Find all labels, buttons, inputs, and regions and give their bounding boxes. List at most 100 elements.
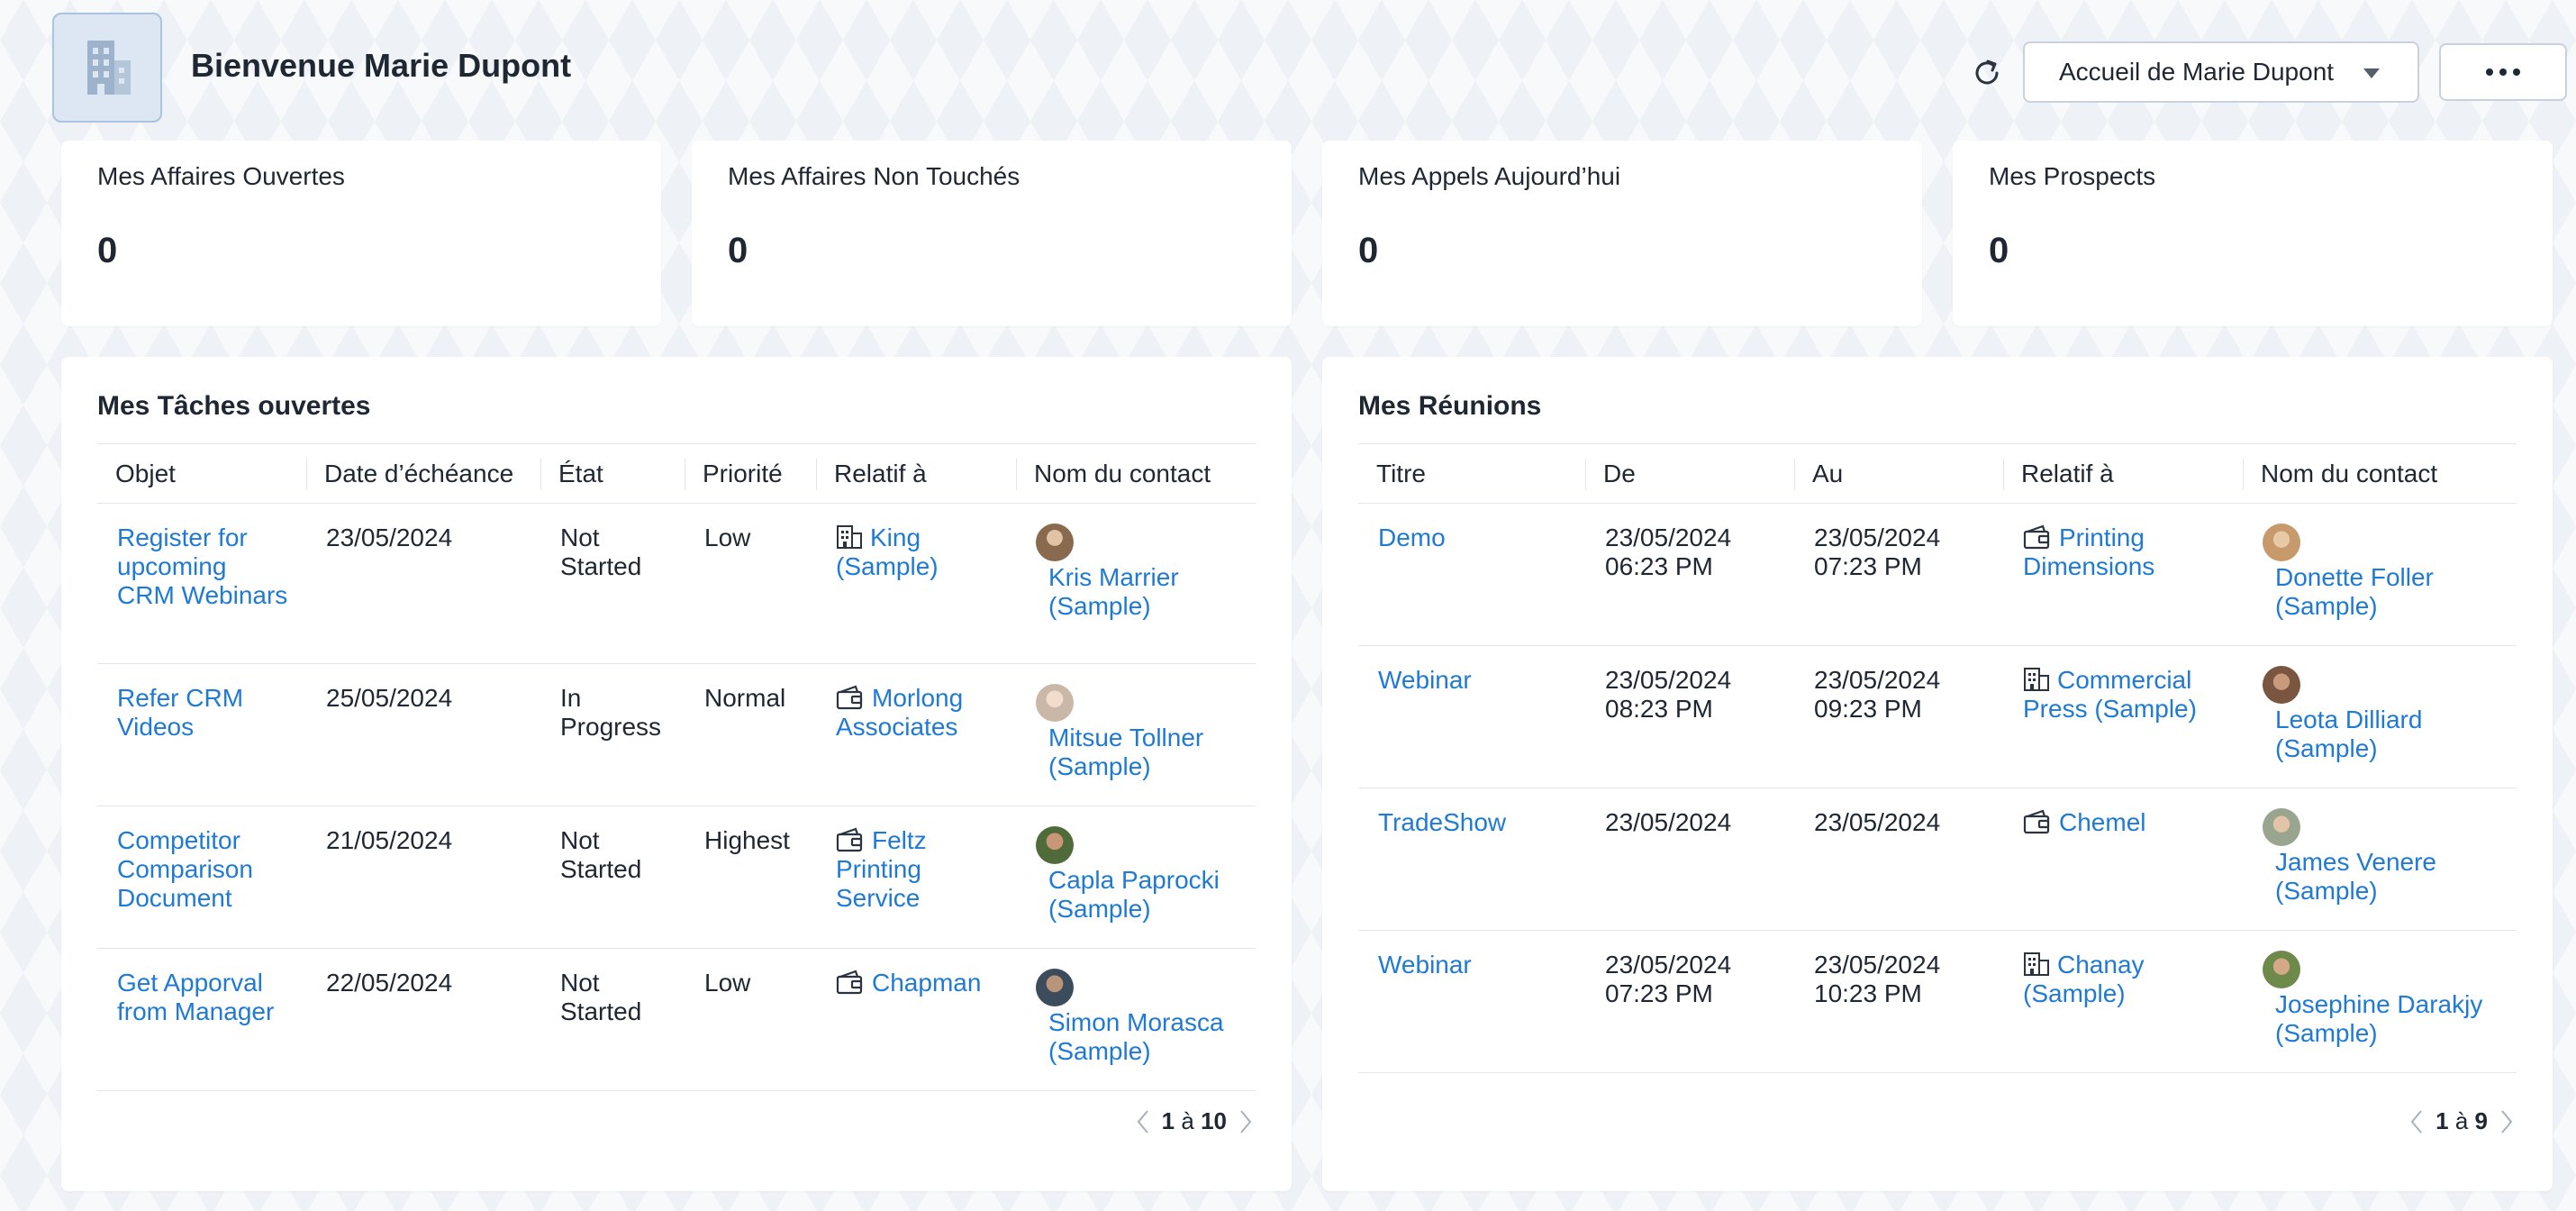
kpi-open-deals[interactable]: Mes Affaires Ouvertes 0	[61, 141, 661, 326]
table-row: TradeShow 23/05/2024 23/05/2024 Chemel J…	[1358, 788, 2517, 931]
header: Bienvenue Marie Dupont Accueil de Marie …	[0, 0, 2576, 135]
kpi-title: Mes Affaires Ouvertes	[97, 162, 345, 190]
refresh-icon	[1975, 59, 1999, 85]
kpi-value: 0	[97, 231, 118, 270]
chevron-left-icon	[1137, 1109, 1148, 1134]
kpi-value: 0	[1989, 231, 2009, 270]
column-header[interactable]: Nom du contact	[2243, 444, 2517, 504]
tasks-table: Objet Date d’échéance État Priorité Rela…	[97, 443, 1256, 1091]
column-header[interactable]: Relatif à	[816, 444, 1016, 504]
column-header[interactable]: Date d’échéance	[306, 444, 540, 504]
task-priority: Low	[704, 969, 751, 997]
task-priority: Low	[704, 524, 751, 551]
table-row: Refer CRM Videos 25/05/2024 In Progress …	[97, 664, 1256, 806]
kpi-untouched-deals[interactable]: Mes Affaires Non Touchés 0	[692, 141, 1292, 326]
tasks-panel: Mes Tâches ouvertes Objet Date d’échéanc…	[61, 357, 1292, 1191]
meeting-to: 23/05/2024 09:23 PM	[1814, 666, 1941, 723]
pager-range: 1 à 10	[1161, 1107, 1227, 1134]
avatar	[2263, 524, 2300, 561]
avatar	[2263, 808, 2300, 846]
meeting-title-link[interactable]: Demo	[1378, 524, 1446, 551]
tasks-pager: 1 à 10	[1133, 1107, 1256, 1135]
related-to-link[interactable]: Feltz Printing Service	[836, 826, 927, 912]
chevron-left-icon	[2410, 1109, 2422, 1134]
table-row: Get Apporval from Manager 22/05/2024 Not…	[97, 949, 1256, 1091]
column-header[interactable]: Titre	[1358, 444, 1585, 504]
more-options-button[interactable]	[2439, 43, 2567, 101]
tasks-table-header: Objet Date d’échéance État Priorité Rela…	[97, 443, 1256, 504]
meeting-from: 23/05/2024 06:23 PM	[1605, 524, 1732, 580]
related-to-link[interactable]: Chanay (Sample)	[2023, 951, 2145, 1007]
building-icon	[2024, 952, 2049, 976]
meeting-to: 23/05/2024 07:23 PM	[1814, 524, 1941, 580]
kpi-calls-today[interactable]: Mes Appels Aujourd’hui 0	[1322, 141, 1922, 326]
task-due-date: 23/05/2024	[326, 524, 453, 551]
task-subject-link[interactable]: Competitor Comparison Document	[117, 826, 253, 912]
tasks-panel-title: Mes Tâches ouvertes	[97, 391, 371, 421]
pager-next-button[interactable]	[1236, 1108, 1256, 1135]
column-header[interactable]: Objet	[97, 444, 306, 504]
pager-prev-button[interactable]	[1133, 1108, 1153, 1135]
wallet-icon	[2023, 809, 2050, 834]
refresh-button[interactable]	[1967, 50, 2007, 94]
meetings-table-header: Titre De Au Relatif à Nom du contact	[1358, 443, 2517, 504]
meetings-panel-title: Mes Réunions	[1358, 391, 1542, 421]
task-subject-link[interactable]: Register for upcoming CRM Webinars	[117, 524, 287, 609]
column-header[interactable]: Au	[1794, 444, 2003, 504]
avatar	[1036, 969, 1074, 1006]
contact-name-link[interactable]: James Venere (Sample)	[2263, 848, 2499, 906]
column-header[interactable]: Nom du contact	[1016, 444, 1256, 504]
table-row: Demo 23/05/2024 06:23 PM 23/05/2024 07:2…	[1358, 504, 2517, 646]
home-view-select-value: Accueil de Marie Dupont	[2059, 58, 2335, 86]
more-dots-icon	[2486, 68, 2493, 76]
meeting-to: 23/05/2024 10:23 PM	[1814, 951, 1941, 1007]
related-to-link[interactable]: Chemel	[2023, 808, 2145, 836]
task-subject-link[interactable]: Get Apporval from Manager	[117, 969, 274, 1025]
avatar	[1036, 684, 1074, 722]
avatar	[1036, 524, 1074, 561]
column-header[interactable]: Priorité	[685, 444, 816, 504]
column-header[interactable]: État	[540, 444, 685, 504]
table-row: Competitor Comparison Document 21/05/202…	[97, 806, 1256, 949]
contact-name-link[interactable]: Leota Dilliard (Sample)	[2263, 706, 2499, 763]
kpi-value: 0	[728, 231, 748, 270]
avatar	[2263, 666, 2300, 704]
meeting-title-link[interactable]: Webinar	[1378, 951, 1472, 979]
column-header[interactable]: Relatif à	[2003, 444, 2243, 504]
contact-name-link[interactable]: Simon Morasca (Sample)	[1036, 1008, 1238, 1066]
related-to-link[interactable]: Commercial Press (Sample)	[2023, 666, 2197, 723]
wallet-icon	[836, 685, 863, 710]
meetings-pager: 1 à 9	[2407, 1107, 2517, 1135]
welcome-title: Bienvenue Marie Dupont	[191, 47, 572, 84]
meetings-table: Titre De Au Relatif à Nom du contact Dem…	[1358, 443, 2517, 1073]
related-to-link[interactable]: Chapman	[836, 969, 981, 997]
column-header[interactable]: De	[1585, 444, 1794, 504]
contact-name-link[interactable]: Josephine Darakjy (Sample)	[2263, 990, 2499, 1048]
meeting-from: 23/05/2024	[1605, 808, 1732, 836]
contact-name-link[interactable]: Donette Foller (Sample)	[2263, 563, 2499, 621]
task-due-date: 22/05/2024	[326, 969, 453, 997]
contact-name-link[interactable]: Mitsue Tollner (Sample)	[1036, 724, 1238, 781]
kpi-prospects[interactable]: Mes Prospects 0	[1953, 141, 2553, 326]
contact-name-link[interactable]: Kris Marrier (Sample)	[1036, 563, 1238, 621]
chevron-right-icon	[2501, 1109, 2513, 1134]
task-subject-link[interactable]: Refer CRM Videos	[117, 684, 243, 741]
related-to-link[interactable]: Printing Dimensions	[2023, 524, 2154, 580]
task-due-date: 21/05/2024	[326, 826, 453, 854]
meeting-title-link[interactable]: TradeShow	[1378, 808, 1506, 836]
avatar	[1036, 826, 1074, 864]
home-view-select[interactable]: Accueil de Marie Dupont	[2023, 41, 2419, 103]
pager-next-button[interactable]	[2497, 1108, 2517, 1135]
meeting-title-link[interactable]: Webinar	[1378, 666, 1472, 694]
avatar	[2263, 951, 2300, 988]
related-to-link[interactable]: King (Sample)	[836, 524, 939, 580]
kpi-title: Mes Prospects	[1989, 162, 2156, 190]
pager-prev-button[interactable]	[2407, 1108, 2426, 1135]
kpi-title: Mes Appels Aujourd’hui	[1358, 162, 1621, 190]
chevron-down-icon	[2363, 68, 2380, 78]
pager-range: 1 à 9	[2435, 1107, 2488, 1134]
contact-name-link[interactable]: Capla Paprocki (Sample)	[1036, 866, 1238, 924]
table-row: Webinar 23/05/2024 08:23 PM 23/05/2024 0…	[1358, 646, 2517, 788]
wallet-icon	[2023, 524, 2050, 550]
related-to-link[interactable]: Morlong Associates	[836, 684, 963, 741]
